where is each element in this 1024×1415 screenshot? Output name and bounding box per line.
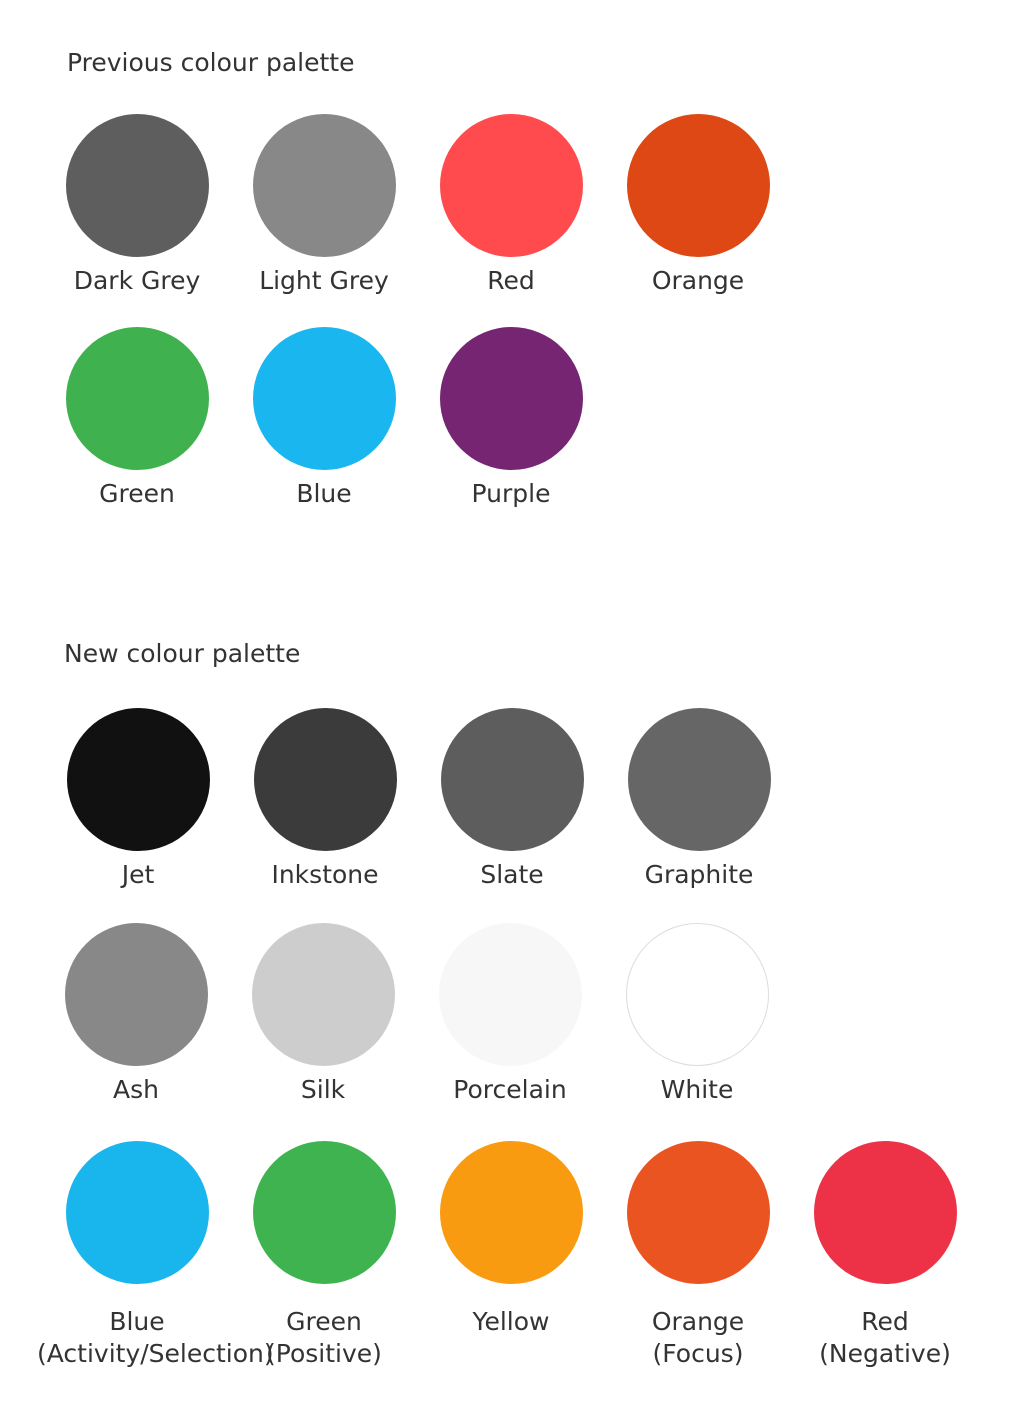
new-swatch-green-positive: Green (Positive) <box>224 1141 424 1370</box>
previous-swatch-light-grey: Light Grey <box>224 114 424 297</box>
color-circle <box>439 327 583 470</box>
color-circle <box>440 708 584 851</box>
color-circle <box>66 708 210 851</box>
color-circle <box>813 1141 957 1284</box>
swatch-sublabel: (Focus) <box>652 1339 744 1368</box>
color-circle <box>626 1141 770 1284</box>
new-swatch-slate: Slate <box>412 708 612 891</box>
swatch-label: Yellow <box>472 1307 550 1336</box>
swatch-label: Red <box>487 266 535 295</box>
color-circle <box>439 1141 583 1284</box>
new-swatch-inkstone: Inkstone <box>225 708 425 891</box>
color-circle <box>65 114 209 257</box>
swatch-label: Green <box>286 1307 362 1336</box>
color-circle <box>65 327 209 470</box>
swatch-label: Graphite <box>644 860 754 889</box>
color-circle <box>627 708 771 851</box>
new-swatch-porcelain: Porcelain <box>410 923 610 1106</box>
swatch-label: Slate <box>480 860 544 889</box>
previous-swatch-blue: Blue <box>224 327 424 510</box>
color-circle <box>65 1141 209 1284</box>
color-circle <box>252 114 396 257</box>
swatch-label: Blue <box>296 479 352 508</box>
new-swatch-jet: Jet <box>38 708 238 891</box>
swatch-label: Jet <box>121 860 155 889</box>
previous-palette-heading: Previous colour palette <box>67 48 355 77</box>
swatch-label: Silk <box>300 1075 346 1104</box>
color-circle <box>251 923 395 1066</box>
previous-swatch-orange: Orange <box>598 114 798 297</box>
color-circle <box>625 923 769 1066</box>
new-swatch-graphite: Graphite <box>599 708 799 891</box>
swatch-label: Blue <box>109 1307 165 1336</box>
new-swatch-orange-focus: Orange (Focus) <box>598 1141 798 1370</box>
previous-swatch-dark-grey: Dark Grey <box>37 114 237 297</box>
swatch-label: Ash <box>113 1075 159 1104</box>
color-circle <box>438 923 582 1066</box>
swatch-label: Purple <box>471 479 551 508</box>
color-circle <box>253 708 397 851</box>
previous-swatch-purple: Purple <box>411 327 611 510</box>
new-swatch-white: White <box>597 923 797 1106</box>
swatch-label: Dark Grey <box>73 266 201 295</box>
previous-swatch-green: Green <box>37 327 237 510</box>
swatch-label: Orange <box>651 1307 745 1336</box>
swatch-label: Orange <box>651 266 745 295</box>
color-circle <box>252 1141 396 1284</box>
swatch-label: Porcelain <box>453 1075 567 1104</box>
swatch-sublabel: (Negative) <box>819 1339 951 1368</box>
swatch-sublabel: (Activity/Selection) <box>37 1339 274 1368</box>
new-swatch-red-negative: Red (Negative) <box>785 1141 985 1370</box>
color-circle <box>252 327 396 470</box>
swatch-label: Red <box>861 1307 909 1336</box>
swatch-label: Light Grey <box>259 266 389 295</box>
swatch-sublabel: (Positive) <box>266 1339 382 1368</box>
swatch-label: Inkstone <box>271 860 379 889</box>
previous-swatch-red: Red <box>411 114 611 297</box>
swatch-label: White <box>660 1075 734 1104</box>
swatch-label: Green <box>99 479 175 508</box>
new-swatch-blue-activity: Blue (Activity/Selection) <box>37 1141 274 1370</box>
new-palette-heading: New colour palette <box>64 639 301 668</box>
new-swatch-ash: Ash <box>36 923 236 1106</box>
new-swatch-yellow: Yellow <box>411 1141 611 1338</box>
new-swatch-silk: Silk <box>223 923 423 1106</box>
color-circle <box>64 923 208 1066</box>
color-circle <box>626 114 770 257</box>
color-circle <box>439 114 583 257</box>
